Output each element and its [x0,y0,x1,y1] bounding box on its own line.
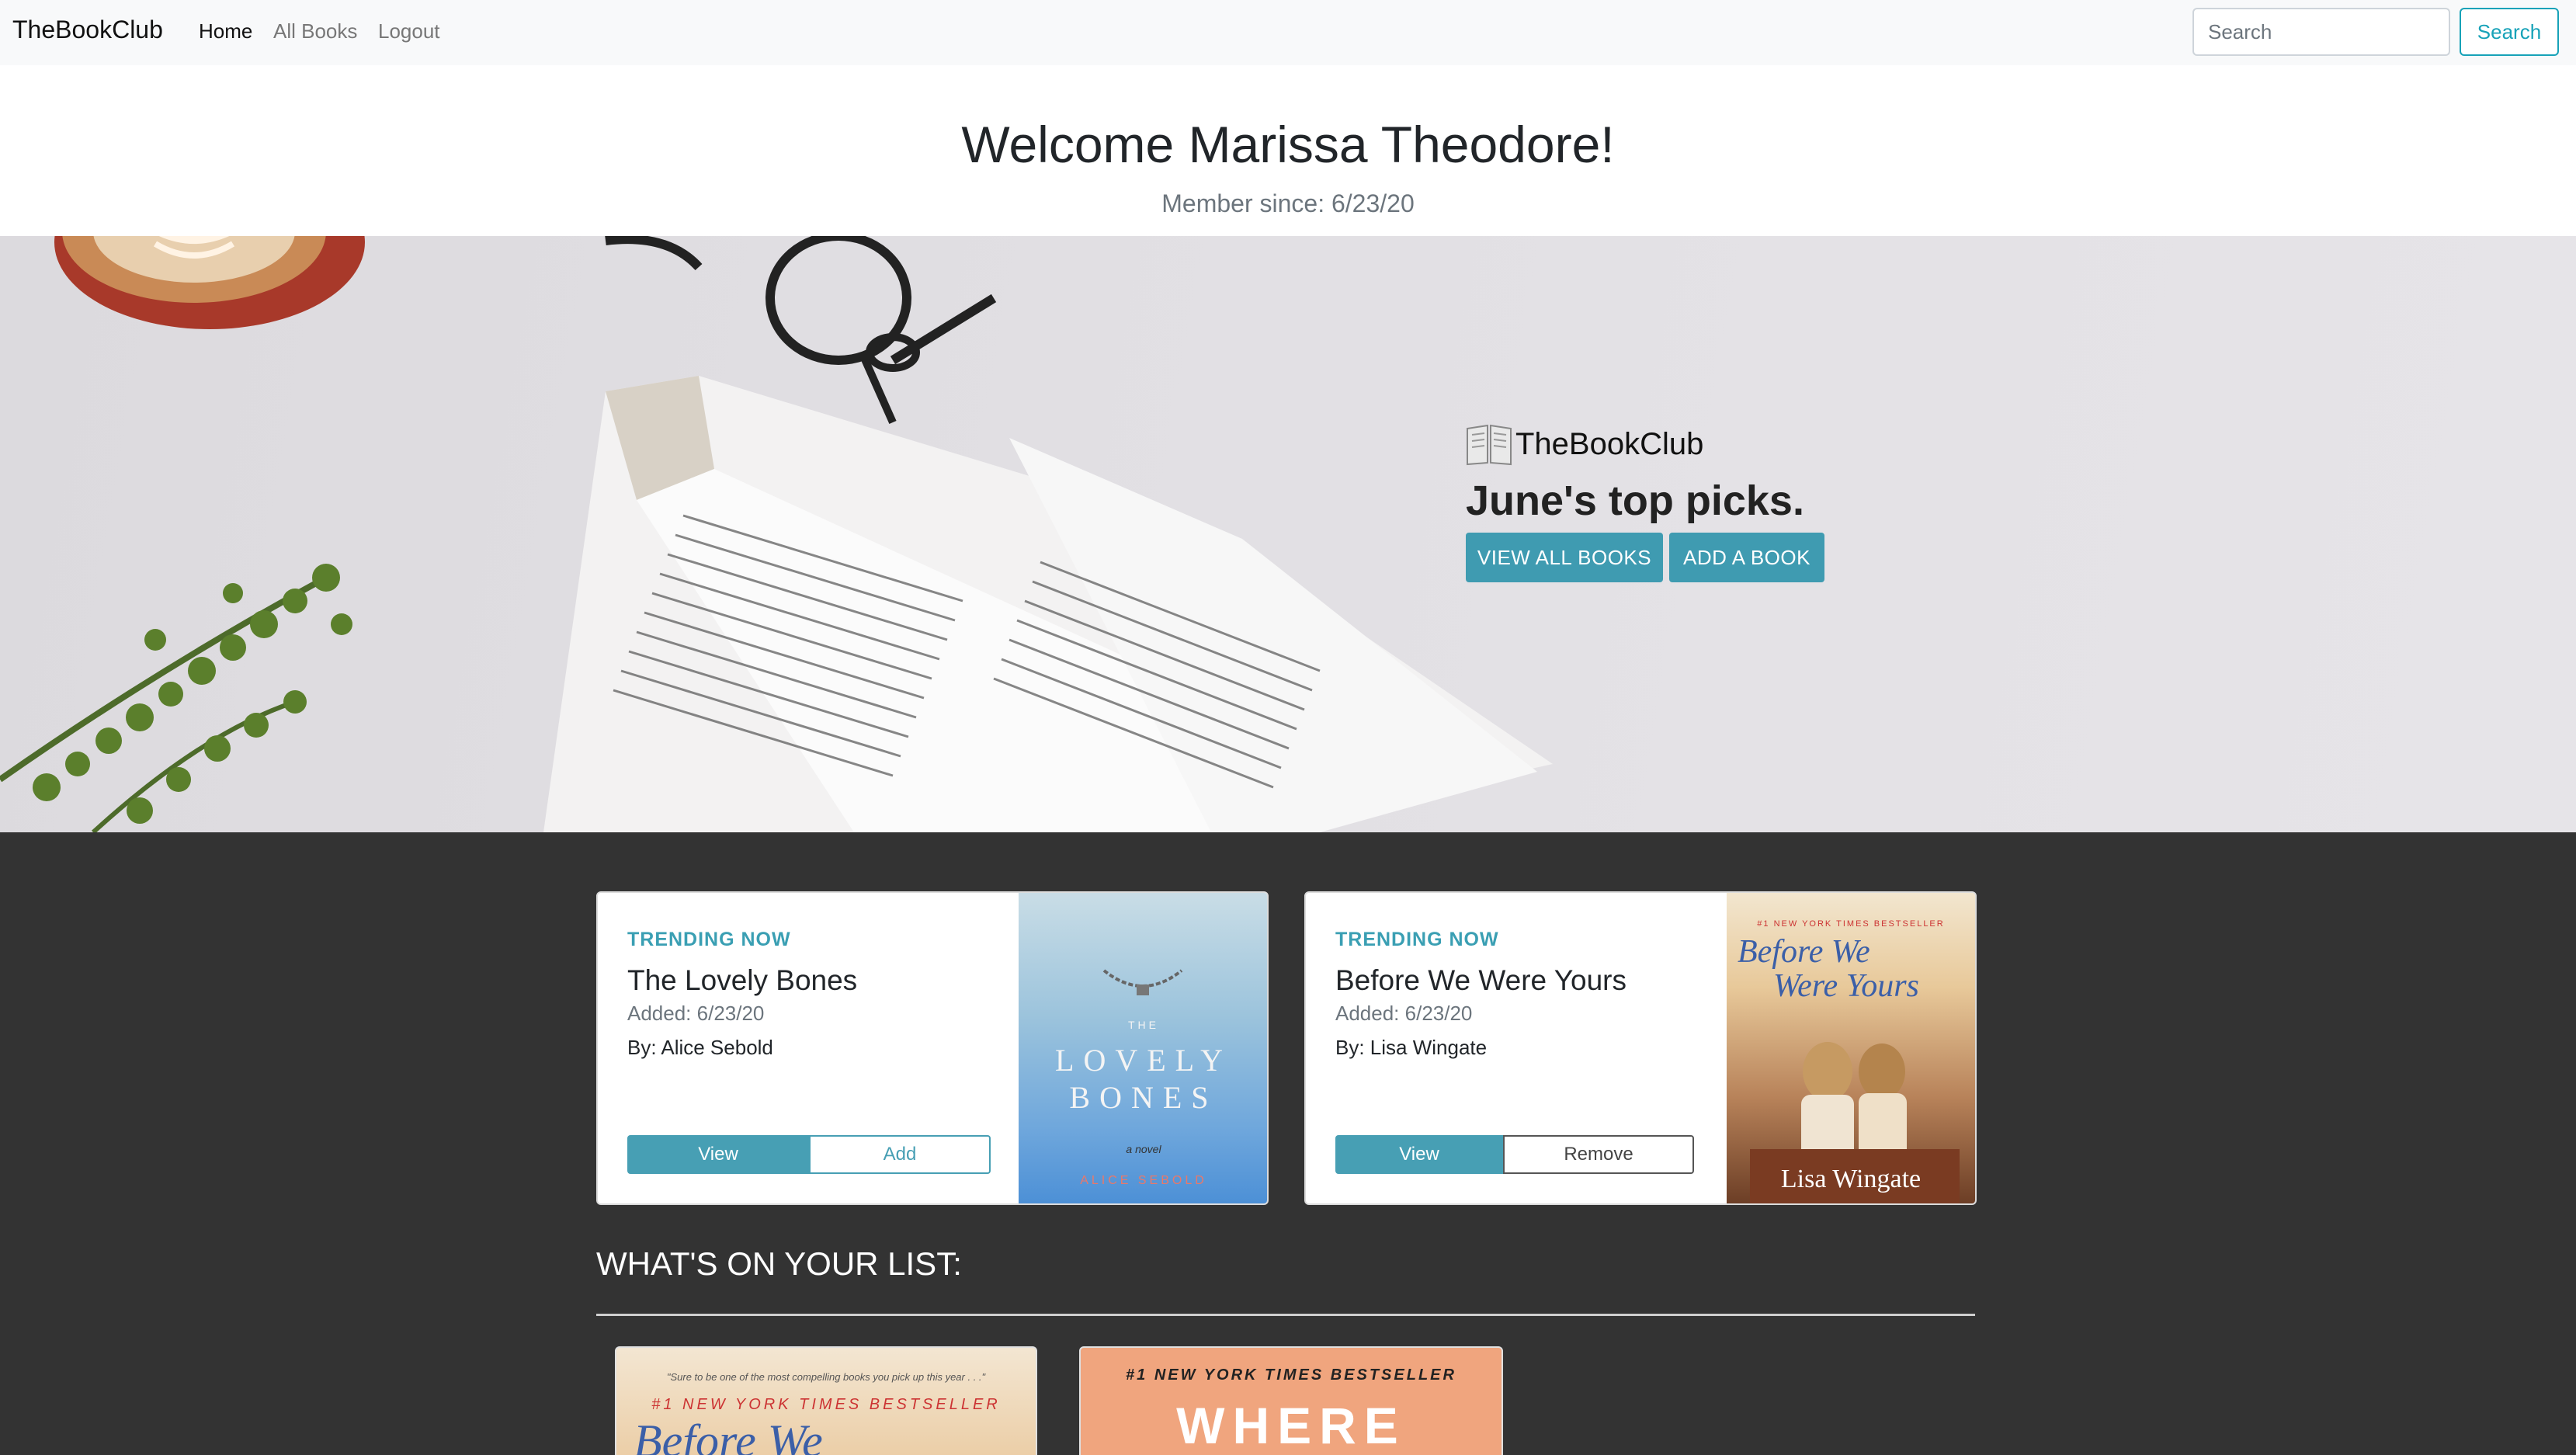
book-title: The Lovely Bones [627,964,858,996]
cover-text: LOVELY [1055,1043,1232,1078]
book-author: By: Lisa Wingate [1335,1036,1488,1059]
trending-card: TRENDING NOW The Lovely Bones Added: 6/2… [596,891,1269,1205]
cover-text: Lisa Wingate [1780,1165,1922,1193]
hero-brand: TheBookClub [1515,426,1704,461]
add-button[interactable]: Add [809,1135,991,1174]
view-button[interactable]: View [627,1135,809,1174]
cover-text: WHERE [1176,1397,1406,1454]
book-title: Before We Were Yours [1335,964,1627,996]
trending-badge: TRENDING NOW [1335,929,1499,950]
view-button[interactable]: View [1335,1135,1503,1174]
cover-text: ALICE SEBOLD [1080,1174,1207,1187]
book-added-date: Added: 6/23/20 [1335,1002,1473,1025]
nav-link-home[interactable]: Home [199,19,252,43]
open-book-icon [1466,422,1512,466]
hero-banner: TheBookClub June's top picks. VIEW ALL B… [0,236,2576,832]
cover-text: BONES [1069,1080,1218,1115]
hero-background-image [0,236,1553,832]
member-since: Member since: 6/23/20 [1161,189,1415,217]
trending-card: TRENDING NOW Before We Were Yours Added:… [1304,891,1977,1205]
trending-badge: TRENDING NOW [627,929,791,950]
view-all-books-button[interactable]: VIEW ALL BOOKS [1466,533,1663,582]
navbar-brand[interactable]: TheBookClub [12,16,163,44]
hero-title: June's top picks. [1466,477,1804,524]
cover-text: #1 NEW YORK TIMES BESTSELLER [651,1396,1001,1413]
cover-text: #1 NEW YORK TIMES BESTSELLER [1126,1366,1456,1384]
welcome-heading: Welcome Marissa Theodore! [961,116,1615,173]
add-a-book-button[interactable]: ADD A BOOK [1669,533,1824,582]
remove-button[interactable]: Remove [1503,1135,1694,1174]
search-input[interactable] [2192,8,2450,56]
list-heading: WHAT'S ON YOUR LIST: [596,1245,962,1282]
search-button[interactable]: Search [2460,8,2559,56]
book-added-date: Added: 6/23/20 [627,1002,765,1025]
book-cover-before-we-were-yours[interactable]: #1 NEW YORK TIMES BESTSELLER Before We W… [1727,893,1975,1203]
cover-text: THE [1128,1019,1159,1031]
book-author: By: Alice Sebold [627,1036,773,1059]
cover-text: "Sure to be one of the most compelling b… [666,1371,986,1383]
nav-link-all-books[interactable]: All Books [273,19,357,43]
cover-text: a novel [1126,1143,1161,1155]
nav-link-logout[interactable]: Logout [378,19,440,43]
hero-logo: TheBookClub [1466,422,1703,466]
list-book-cover[interactable]: "Sure to be one of the most compelling b… [615,1346,1037,1455]
book-cover-lovely-bones[interactable]: THE LOVELY BONES a novel ALICE SEBOLD [1019,893,1267,1203]
cover-text: Before We [634,1415,823,1455]
divider [596,1314,1975,1316]
list-book-cover[interactable]: #1 NEW YORK TIMES BESTSELLER WHERE [1079,1346,1503,1455]
welcome-section: Welcome Marissa Theodore! Member since: … [0,65,2576,236]
navbar: TheBookClub Home All Books Logout Search [0,0,2576,65]
